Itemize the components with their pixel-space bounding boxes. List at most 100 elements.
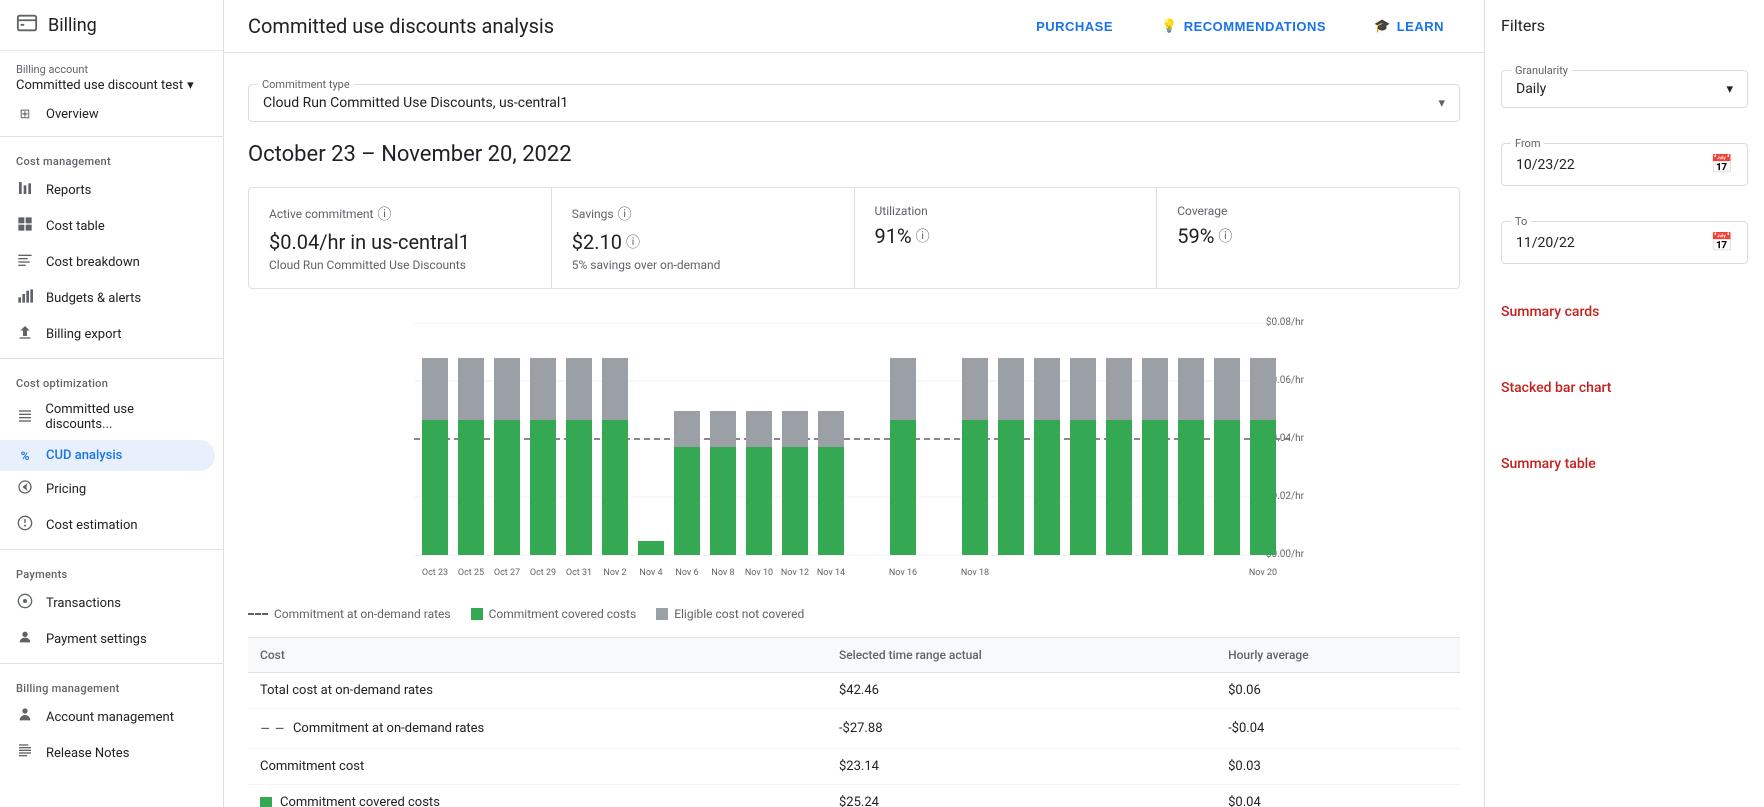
col-hourly: Hourly average [1216,638,1460,673]
cost-management-label: Cost management [0,143,223,172]
svg-text:Nov 10: Nov 10 [745,568,773,578]
to-filter: To 11/20/22 📅 [1501,206,1748,264]
payment-settings-label: Payment settings [46,632,147,647]
cud-label: CUD analysis [46,448,122,463]
svg-text:Nov 2: Nov 2 [603,568,626,578]
coverage-card: Coverage 59% ⓘ [1157,188,1459,288]
row-actual: $42.46 [827,673,1216,709]
svg-text:Oct 23: Oct 23 [422,568,448,578]
sidebar-item-pricing[interactable]: Pricing [0,471,215,507]
sidebar-item-budgets[interactable]: Budgets & alerts [0,280,215,316]
from-label: From [1511,137,1544,150]
savings-card: Savings ⓘ $2.10 ⓘ 5% savings over on-dem… [552,188,855,288]
to-label: To [1511,215,1531,228]
green-square-icon [471,608,483,620]
legend-covered-costs: Commitment covered costs [471,607,637,621]
chart-legend: Commitment at on-demand rates Commitment… [248,607,1460,621]
svg-text:Nov 4: Nov 4 [639,568,662,578]
from-value: 10/23/22 [1516,157,1575,173]
savings-value-help[interactable]: ⓘ [626,232,640,252]
active-commitment-label: Active commitment ⓘ [269,204,531,224]
col-actual: Selected time range actual [827,638,1216,673]
legend-green-label: Commitment covered costs [489,607,637,621]
row-label: Total cost at on-demand rates [248,673,827,709]
chevron-down-icon: ▾ [187,78,194,93]
cost-table-label: Cost table [46,219,105,234]
sidebar-item-release-notes[interactable]: Release Notes [0,735,215,771]
util-help-icon[interactable]: ⓘ [916,226,930,246]
sidebar-item-account-management[interactable]: Account management [0,699,215,735]
pricing-icon [16,479,34,499]
chart-container: $0.08/hr $0.06/hr $0.04/hr $0.02/hr $0.0… [248,313,1460,621]
summary-table: Cost Selected time range actual Hourly a… [248,637,1460,807]
cost-optimization-label: Cost optimization [0,365,223,394]
coverage-value: 59% ⓘ [1177,224,1439,248]
annotation-stacked-bar: Stacked bar chart [1501,380,1748,396]
row-actual: $23.14 [827,749,1216,785]
annotation-summary-table: Summary table [1501,456,1748,472]
sidebar: Billing Billing account Committed use di… [0,0,224,807]
recommendations-button[interactable]: 💡 RECOMMENDATIONS [1145,12,1342,40]
reports-icon [16,180,34,200]
svg-text:Nov 14: Nov 14 [817,568,845,578]
sidebar-item-transactions[interactable]: Transactions [0,585,215,621]
active-commitment-value: $0.04/hr in us-central1 [269,230,531,254]
savings-value: $2.10 ⓘ [572,230,834,254]
annotations-section: Summary cards Stacked bar chart Summary … [1501,304,1748,472]
budgets-label: Budgets & alerts [46,291,141,306]
divider3 [0,549,223,550]
svg-text:Nov 18: Nov 18 [961,568,989,578]
granularity-filter: Granularity Daily ▾ [1501,55,1748,108]
calendar-icon[interactable]: 📅 [1711,154,1733,175]
sidebar-item-overview[interactable]: ⊞ Overview [0,99,215,130]
sidebar-item-committed-use[interactable]: Committed use discounts... [0,394,215,440]
cost-estimation-label: Cost estimation [46,518,138,533]
granularity-value: Daily [1516,81,1546,97]
savings-label: Savings ⓘ [572,204,834,224]
app-title: Billing [48,15,97,36]
recommendations-icon: 💡 [1161,18,1178,34]
divider2 [0,358,223,359]
billing-account-selector[interactable]: Committed use discount test ▾ [16,78,207,93]
active-commitment-sub: Cloud Run Committed Use Discounts [269,258,531,272]
billing-account-label: Billing account [16,63,207,76]
committed-use-icon [16,407,33,427]
cost-breakdown-label: Cost breakdown [46,255,140,270]
sidebar-item-payment-settings[interactable]: Payment settings [0,621,215,657]
svg-text:Nov 6: Nov 6 [675,568,698,578]
active-commitment-card: Active commitment ⓘ $0.04/hr in us-centr… [249,188,552,288]
divider [0,136,223,137]
sidebar-item-cost-breakdown[interactable]: Cost breakdown [0,244,215,280]
sidebar-item-reports[interactable]: Reports [0,172,215,208]
sidebar-item-cost-estimation[interactable]: Cost estimation [0,507,215,543]
savings-sub: 5% savings over on-demand [572,258,834,272]
coverage-help-icon[interactable]: ⓘ [1218,226,1232,246]
granularity-arrow-icon: ▾ [1726,82,1733,97]
filters-panel: Filters Granularity Daily ▾ From 10/23/2… [1484,0,1764,807]
svg-text:Oct 31: Oct 31 [566,568,592,578]
purchase-button[interactable]: PURCHASE [1020,13,1129,40]
help-icon[interactable]: ⓘ [377,204,391,224]
sidebar-item-cud-analysis[interactable]: % CUD analysis [0,440,215,471]
from-filter: From 10/23/22 📅 [1501,128,1748,186]
sidebar-item-billing-export[interactable]: Billing export [0,316,215,352]
to-calendar-icon[interactable]: 📅 [1711,232,1733,253]
to-input[interactable]: 11/20/22 📅 [1501,221,1748,264]
commitment-type-section: Commitment type Cloud Run Committed Use … [248,69,1460,122]
cost-estimation-icon [16,515,34,535]
transactions-icon [16,593,34,613]
savings-help-icon[interactable]: ⓘ [618,204,632,224]
learn-button[interactable]: 🎓 LEARN [1358,12,1460,40]
row-actual: $25.24 [827,785,1216,807]
sidebar-item-cost-table[interactable]: Cost table [0,208,215,244]
commitment-type-dropdown[interactable]: Cloud Run Committed Use Discounts, us-ce… [248,84,1460,122]
transactions-label: Transactions [46,596,121,611]
sidebar-nav: ⊞ Overview Cost management Reports Cost … [0,99,223,807]
date-range-title: October 23 – November 20, 2022 [248,142,1460,167]
billing-icon [16,12,38,38]
row-label: Commitment covered costs [248,785,827,807]
table-row: Commitment covered costs $25.24 $0.04 [248,785,1460,807]
table-row: Commitment cost $23.14 $0.03 [248,749,1460,785]
granularity-label: Granularity [1511,64,1572,77]
payments-label: Payments [0,556,223,585]
